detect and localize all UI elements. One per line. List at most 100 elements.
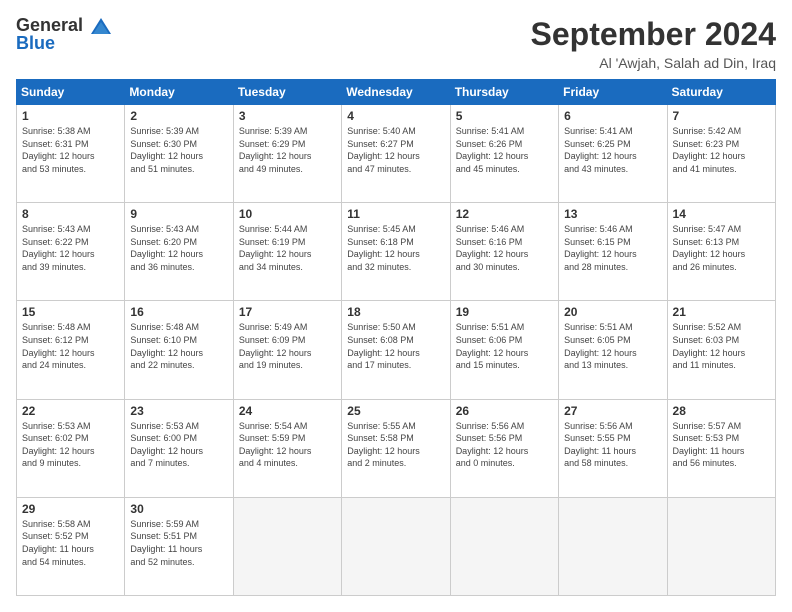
col-thursday: Thursday: [450, 80, 558, 105]
day-details: Sunrise: 5:49 AM Sunset: 6:09 PM Dayligh…: [239, 321, 336, 371]
day-number: 22: [22, 404, 119, 418]
calendar-cell: [667, 497, 775, 595]
day-details: Sunrise: 5:58 AM Sunset: 5:52 PM Dayligh…: [22, 518, 119, 568]
day-details: Sunrise: 5:56 AM Sunset: 5:55 PM Dayligh…: [564, 420, 661, 470]
day-number: 19: [456, 305, 553, 319]
day-number: 7: [673, 109, 770, 123]
day-number: 27: [564, 404, 661, 418]
calendar-cell: 30 Sunrise: 5:59 AM Sunset: 5:51 PM Dayli…: [125, 497, 233, 595]
logo-blue: Blue: [16, 34, 83, 52]
day-number: 5: [456, 109, 553, 123]
calendar-cell: 22 Sunrise: 5:53 AM Sunset: 6:02 PM Dayli…: [17, 399, 125, 497]
calendar-cell: 20 Sunrise: 5:51 AM Sunset: 6:05 PM Dayli…: [559, 301, 667, 399]
day-details: Sunrise: 5:53 AM Sunset: 6:00 PM Dayligh…: [130, 420, 227, 470]
calendar-cell: 9 Sunrise: 5:43 AM Sunset: 6:20 PM Daylig…: [125, 203, 233, 301]
calendar-cell: 18Sunrise: 5:50 AM Sunset: 6:08 PM Dayli…: [342, 301, 450, 399]
day-details: Sunrise: 5:48 AM Sunset: 6:12 PM Dayligh…: [22, 321, 119, 371]
day-details: Sunrise: 5:59 AM Sunset: 5:51 PM Dayligh…: [130, 518, 227, 568]
day-details: Sunrise: 5:55 AM Sunset: 5:58 PM Dayligh…: [347, 420, 444, 470]
day-number: 12: [456, 207, 553, 221]
calendar-table: Sunday Monday Tuesday Wednesday Thursday…: [16, 79, 776, 596]
day-number: 29: [22, 502, 119, 516]
day-details: Sunrise: 5:38 AM Sunset: 6:31 PM Dayligh…: [22, 125, 119, 175]
calendar-cell: 17 Sunrise: 5:49 AM Sunset: 6:09 PM Dayli…: [233, 301, 341, 399]
page: General Blue September 2024 Al 'Awjah, S…: [0, 0, 792, 612]
calendar-cell: [342, 497, 450, 595]
title-area: September 2024 Al 'Awjah, Salah ad Din, …: [531, 16, 776, 71]
calendar-cell: 8Sunrise: 5:43 AM Sunset: 6:22 PM Daylig…: [17, 203, 125, 301]
day-number: 2: [130, 109, 227, 123]
day-number: 3: [239, 109, 336, 123]
day-number: 13: [564, 207, 661, 221]
day-details: Sunrise: 5:43 AM Sunset: 6:20 PM Dayligh…: [130, 223, 227, 273]
day-number: 6: [564, 109, 661, 123]
header: General Blue September 2024 Al 'Awjah, S…: [16, 16, 776, 71]
col-saturday: Saturday: [667, 80, 775, 105]
day-number: 16: [130, 305, 227, 319]
calendar-cell: 4 Sunrise: 5:40 AM Sunset: 6:27 PM Daylig…: [342, 105, 450, 203]
day-number: 1: [22, 109, 119, 123]
calendar-cell: 3 Sunrise: 5:39 AM Sunset: 6:29 PM Daylig…: [233, 105, 341, 203]
location: Al 'Awjah, Salah ad Din, Iraq: [531, 55, 776, 71]
calendar-cell: 29 Sunrise: 5:58 AM Sunset: 5:52 PM Dayli…: [17, 497, 125, 595]
day-details: Sunrise: 5:39 AM Sunset: 6:30 PM Dayligh…: [130, 125, 227, 175]
day-details: Sunrise: 5:51 AM Sunset: 6:05 PM Dayligh…: [564, 321, 661, 371]
calendar-cell: 26 Sunrise: 5:56 AM Sunset: 5:56 PM Dayli…: [450, 399, 558, 497]
calendar-cell: 5 Sunrise: 5:41 AM Sunset: 6:26 PM Daylig…: [450, 105, 558, 203]
day-number: 20: [564, 305, 661, 319]
col-monday: Monday: [125, 80, 233, 105]
calendar-cell: [450, 497, 558, 595]
calendar-cell: 25Sunrise: 5:55 AM Sunset: 5:58 PM Dayli…: [342, 399, 450, 497]
day-details: Sunrise: 5:42 AM Sunset: 6:23 PM Dayligh…: [673, 125, 770, 175]
day-details: Sunrise: 5:41 AM Sunset: 6:25 PM Dayligh…: [564, 125, 661, 175]
day-number: 26: [456, 404, 553, 418]
calendar-cell: 6 Sunrise: 5:41 AM Sunset: 6:25 PM Daylig…: [559, 105, 667, 203]
day-details: Sunrise: 5:48 AM Sunset: 6:10 PM Dayligh…: [130, 321, 227, 371]
col-sunday: Sunday: [17, 80, 125, 105]
calendar-cell: 2 Sunrise: 5:39 AM Sunset: 6:30 PM Daylig…: [125, 105, 233, 203]
week-row-5: 29 Sunrise: 5:58 AM Sunset: 5:52 PM Dayli…: [17, 497, 776, 595]
calendar-cell: 10 Sunrise: 5:44 AM Sunset: 6:19 PM Dayli…: [233, 203, 341, 301]
col-wednesday: Wednesday: [342, 80, 450, 105]
calendar-cell: [233, 497, 341, 595]
day-details: Sunrise: 5:56 AM Sunset: 5:56 PM Dayligh…: [456, 420, 553, 470]
day-number: 23: [130, 404, 227, 418]
day-number: 15: [22, 305, 119, 319]
day-details: Sunrise: 5:43 AM Sunset: 6:22 PM Dayligh…: [22, 223, 119, 273]
calendar-cell: 13Sunrise: 5:46 AM Sunset: 6:15 PM Dayli…: [559, 203, 667, 301]
day-details: Sunrise: 5:45 AM Sunset: 6:18 PM Dayligh…: [347, 223, 444, 273]
day-number: 10: [239, 207, 336, 221]
day-number: 28: [673, 404, 770, 418]
day-number: 30: [130, 502, 227, 516]
week-row-3: 15 Sunrise: 5:48 AM Sunset: 6:12 PM Dayli…: [17, 301, 776, 399]
calendar-cell: 24Sunrise: 5:54 AM Sunset: 5:59 PM Dayli…: [233, 399, 341, 497]
calendar-cell: [559, 497, 667, 595]
day-details: Sunrise: 5:46 AM Sunset: 6:16 PM Dayligh…: [456, 223, 553, 273]
calendar-cell: 14 Sunrise: 5:47 AM Sunset: 6:13 PM Dayli…: [667, 203, 775, 301]
day-number: 11: [347, 207, 444, 221]
day-number: 4: [347, 109, 444, 123]
logo: General Blue: [16, 16, 83, 52]
day-details: Sunrise: 5:44 AM Sunset: 6:19 PM Dayligh…: [239, 223, 336, 273]
day-number: 17: [239, 305, 336, 319]
header-row: Sunday Monday Tuesday Wednesday Thursday…: [17, 80, 776, 105]
day-details: Sunrise: 5:41 AM Sunset: 6:26 PM Dayligh…: [456, 125, 553, 175]
day-details: Sunrise: 5:40 AM Sunset: 6:27 PM Dayligh…: [347, 125, 444, 175]
day-details: Sunrise: 5:47 AM Sunset: 6:13 PM Dayligh…: [673, 223, 770, 273]
day-details: Sunrise: 5:57 AM Sunset: 5:53 PM Dayligh…: [673, 420, 770, 470]
col-friday: Friday: [559, 80, 667, 105]
calendar-cell: 1 Sunrise: 5:38 AM Sunset: 6:31 PM Daylig…: [17, 105, 125, 203]
logo-icon: [89, 16, 113, 40]
day-number: 9: [130, 207, 227, 221]
week-row-4: 22 Sunrise: 5:53 AM Sunset: 6:02 PM Dayli…: [17, 399, 776, 497]
month-title: September 2024: [531, 16, 776, 53]
day-number: 21: [673, 305, 770, 319]
day-number: 14: [673, 207, 770, 221]
day-details: Sunrise: 5:53 AM Sunset: 6:02 PM Dayligh…: [22, 420, 119, 470]
day-number: 18: [347, 305, 444, 319]
calendar-cell: 15 Sunrise: 5:48 AM Sunset: 6:12 PM Dayli…: [17, 301, 125, 399]
calendar-cell: 7 Sunrise: 5:42 AM Sunset: 6:23 PM Daylig…: [667, 105, 775, 203]
calendar-cell: 21 Sunrise: 5:52 AM Sunset: 6:03 PM Dayli…: [667, 301, 775, 399]
day-details: Sunrise: 5:52 AM Sunset: 6:03 PM Dayligh…: [673, 321, 770, 371]
day-details: Sunrise: 5:39 AM Sunset: 6:29 PM Dayligh…: [239, 125, 336, 175]
